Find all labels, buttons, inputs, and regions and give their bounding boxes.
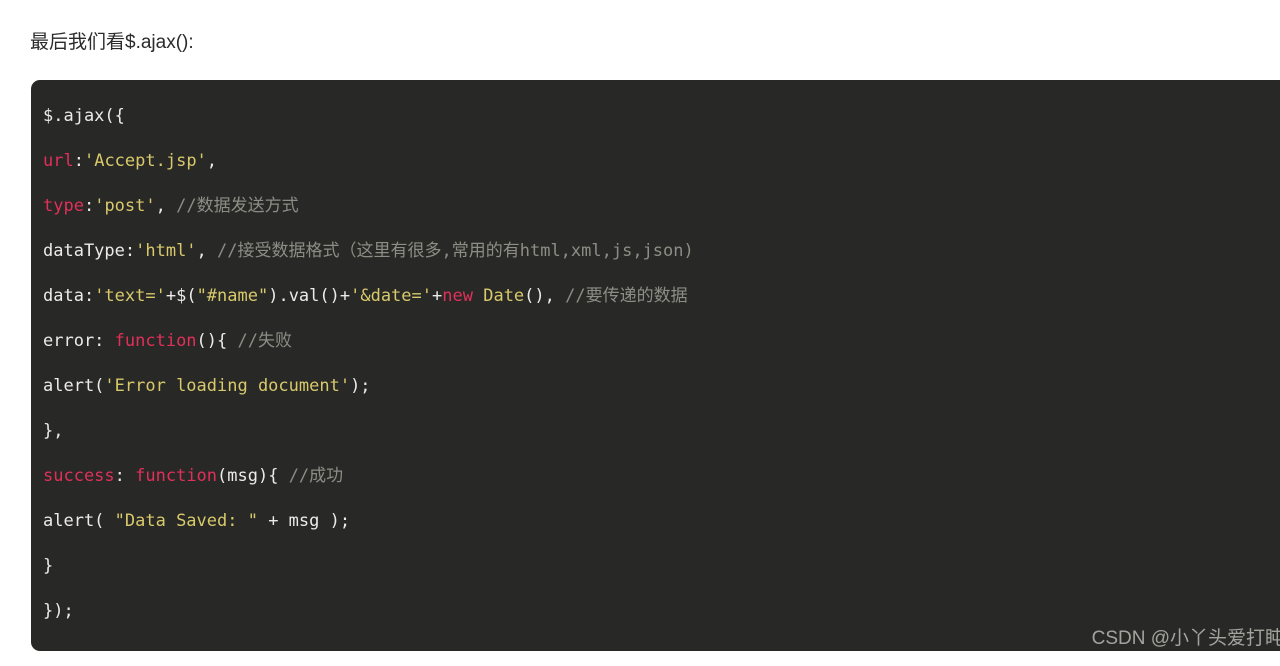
code-token-plain: ,	[155, 196, 177, 216]
code-token-plain: alert(	[43, 511, 115, 531]
code-line: type:'post', //数据发送方式	[43, 184, 1280, 229]
code-token-plain: $.ajax({	[43, 106, 125, 126]
code-line: });	[43, 589, 1280, 634]
code-token-plain: :	[114, 466, 136, 486]
code-token-plain: +$(	[165, 286, 197, 306]
code-token-comment: //成功	[288, 466, 344, 486]
code-token-str: 'post'	[94, 196, 156, 216]
code-line: alert('Error loading document');	[43, 364, 1280, 409]
code-token-key: url	[43, 151, 74, 171]
code-token-fn: Date	[483, 286, 525, 306]
code-token-str: '&date='	[350, 286, 432, 306]
code-token-plain: alert(	[43, 376, 105, 396]
code-lines: $.ajax({url:'Accept.jsp', type:'post', //…	[43, 94, 1280, 634]
code-token-str: "Data Saved: "	[114, 511, 258, 531]
code-token-str: 'Accept.jsp'	[83, 151, 207, 171]
code-token-str: 'Error loading document'	[104, 376, 351, 396]
code-line: }	[43, 544, 1280, 589]
code-line: dataType:'html', //接受数据格式（这里有很多,常用的有html…	[43, 229, 1280, 274]
code-line: error: function(){ //失败	[43, 319, 1280, 364]
code-token-comment: //数据发送方式	[176, 196, 299, 216]
code-token-plain: (msg){	[217, 466, 289, 486]
code-token-plain: });	[43, 601, 74, 621]
code-token-str: "#name"	[196, 286, 269, 306]
code-token-plain: data:	[43, 286, 95, 306]
code-token-key: type	[43, 196, 84, 216]
code-token-plain: ,	[206, 151, 218, 171]
code-token-comment: //失败	[237, 331, 292, 351]
code-block: $.ajax({url:'Accept.jsp', type:'post', //…	[31, 80, 1280, 651]
code-line: },	[43, 409, 1280, 454]
code-token-key: function	[135, 466, 218, 486]
code-token-plain: +	[432, 286, 443, 306]
code-line: data:'text='+$("#name").val()+'&date='+n…	[43, 274, 1280, 319]
code-token-key: new	[442, 286, 473, 306]
code-token-plain: :	[73, 151, 84, 171]
code-token-plain: ,	[196, 241, 218, 261]
code-line: url:'Accept.jsp',	[43, 139, 1280, 184]
code-line: $.ajax({	[43, 94, 1280, 139]
code-token-str: 'text='	[94, 286, 166, 306]
page-title: 最后我们看$.ajax():	[30, 32, 194, 53]
code-token-plain: error:	[43, 331, 115, 351]
code-token-key: success	[43, 466, 115, 486]
code-token-plain: }	[43, 556, 54, 576]
code-line: alert( "Data Saved: " + msg );	[43, 499, 1280, 544]
code-token-comment: //要传递的数据	[565, 286, 688, 306]
code-token-plain: },	[43, 421, 64, 441]
code-token-key: function	[114, 331, 197, 351]
code-token-str: 'html'	[135, 241, 197, 261]
code-token-plain: ).val()+	[268, 286, 351, 306]
code-token-plain: :	[83, 196, 95, 216]
code-token-comment: //接受数据格式（这里有很多,常用的有html,xml,js,json)	[217, 241, 694, 261]
code-token-plain: + msg );	[257, 511, 351, 531]
code-token-plain: dataType:	[43, 241, 136, 261]
code-token-plain: (){	[196, 331, 238, 351]
code-token-plain: );	[350, 376, 371, 396]
code-token-plain: (),	[524, 286, 566, 306]
code-line: success: function(msg){ //成功	[43, 454, 1280, 499]
